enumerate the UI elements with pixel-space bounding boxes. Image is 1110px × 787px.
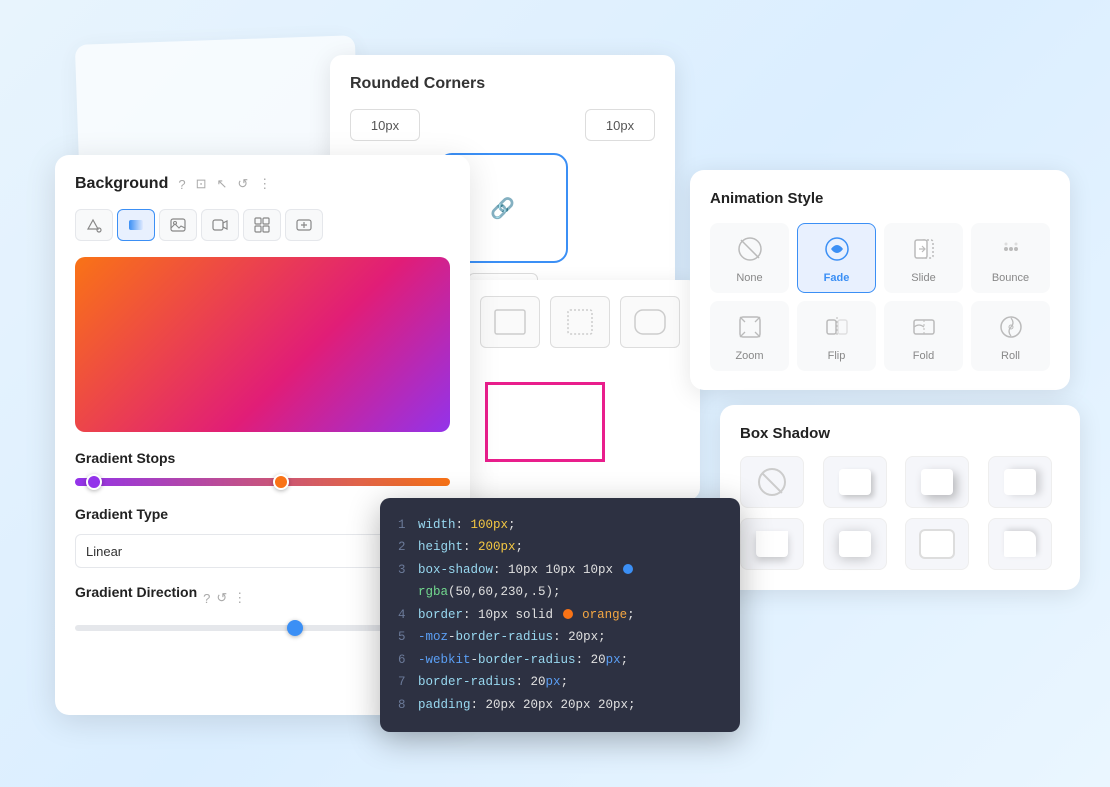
anim-label-slide: Slide: [911, 272, 935, 284]
tool-pattern[interactable]: [243, 209, 281, 241]
anim-label-none: None: [736, 272, 762, 284]
undo-icon[interactable]: ↺: [237, 176, 248, 192]
gradient-preview: [75, 257, 450, 432]
tool-gradient[interactable]: [117, 209, 155, 241]
direction-help-icon[interactable]: ?: [203, 591, 210, 606]
code-line-7: 7 border-radius: 20px;: [398, 671, 722, 694]
tool-paint-bucket[interactable]: [75, 209, 113, 241]
code-line-1: 1 width: 100px;: [398, 514, 722, 537]
bs-shadow-7[interactable]: [988, 518, 1052, 570]
bs-shadow-5[interactable]: [823, 518, 887, 570]
pink-rect-preview: [485, 382, 605, 462]
animation-style-panel: Animation Style None Fade Slide: [690, 170, 1070, 390]
bs-shadow-3[interactable]: [988, 456, 1052, 508]
none-icon: [733, 232, 767, 266]
bs-shadow-4[interactable]: [740, 518, 804, 570]
fold-icon: [907, 310, 941, 344]
bs-shadow-box-4: [756, 531, 788, 557]
anim-label-flip: Flip: [828, 350, 846, 362]
tool-slide[interactable]: [285, 209, 323, 241]
rounded-corners-title: Rounded Corners: [350, 75, 655, 93]
anim-label-fold: Fold: [913, 350, 934, 362]
pointer-icon[interactable]: ↖: [216, 176, 227, 192]
box-shadow-panel: Box Shadow: [720, 405, 1080, 590]
more-icon[interactable]: ⋮: [258, 176, 271, 192]
anim-label-roll: Roll: [1001, 350, 1020, 362]
code-line-8: 8 padding: 20px 20px 20px 20px;: [398, 694, 722, 717]
bs-none-icon: [758, 468, 786, 496]
gradient-stops-label: Gradient Stops: [75, 450, 450, 466]
bs-shadow-box-3: [1004, 469, 1036, 495]
anim-item-slide[interactable]: Slide: [884, 223, 963, 293]
bs-shadow-1[interactable]: [823, 456, 887, 508]
box-shadow-grid: [740, 456, 1060, 570]
anim-item-roll[interactable]: Roll: [971, 301, 1050, 371]
anim-label-fade: Fade: [824, 272, 850, 284]
rc-input-top-left[interactable]: 10px: [350, 109, 420, 141]
rc-input-top-right[interactable]: 10px: [585, 109, 655, 141]
anim-label-bounce: Bounce: [992, 272, 1029, 284]
code-line-4: 4 border: 10px solid orange;: [398, 604, 722, 627]
roll-icon: [994, 310, 1028, 344]
background-title: Background: [75, 175, 168, 193]
code-line-5: 5 -moz-border-radius: 20px;: [398, 626, 722, 649]
gradient-type-value: Linear: [86, 544, 122, 559]
direction-track[interactable]: [75, 625, 392, 631]
code-line-6: 6 -webkit-border-radius: 20px;: [398, 649, 722, 672]
tool-image[interactable]: [159, 209, 197, 241]
background-toolbar: [75, 209, 450, 241]
direction-more-icon[interactable]: ⋮: [233, 590, 246, 606]
bs-shadow-2[interactable]: [905, 456, 969, 508]
flip-icon: [820, 310, 854, 344]
bs-shadow-6[interactable]: [905, 518, 969, 570]
anim-item-fold[interactable]: Fold: [884, 301, 963, 371]
code-line-3: 3 box-shadow: 10px 10px 10px rgba(50,60,…: [398, 559, 722, 604]
box-shadow-title: Box Shadow: [740, 425, 1060, 442]
anim-item-bounce[interactable]: Bounce: [971, 223, 1050, 293]
animation-title: Animation Style: [710, 190, 1050, 207]
animation-grid: None Fade Slide Bounce Z: [710, 223, 1050, 371]
gradient-stop-orange[interactable]: [273, 474, 289, 490]
gradient-direction-label: Gradient Direction: [75, 584, 197, 600]
bs-shadow-box-7: [1004, 531, 1036, 557]
bounce-icon: [994, 232, 1028, 266]
direction-thumb[interactable]: [287, 620, 303, 636]
anim-item-none[interactable]: None: [710, 223, 789, 293]
code-line-2: 2 height: 200px;: [398, 536, 722, 559]
direction-reset-icon[interactable]: ↺: [216, 590, 227, 606]
bs-shadow-box-5: [839, 531, 871, 557]
fade-icon: [820, 232, 854, 266]
anim-item-zoom[interactable]: Zoom: [710, 301, 789, 371]
tool-video[interactable]: [201, 209, 239, 241]
gradient-stops-track[interactable]: [75, 478, 450, 486]
zoom-icon: [733, 310, 767, 344]
mobile-icon[interactable]: ⊡: [196, 176, 207, 192]
slide-icon: [907, 232, 941, 266]
code-tooltip: 1 width: 100px; 2 height: 200px; 3 box-s…: [380, 498, 740, 733]
bs-shadow-box-6: [921, 531, 953, 557]
anim-item-flip[interactable]: Flip: [797, 301, 876, 371]
bs-shadow-box-2: [921, 469, 953, 495]
help-icon[interactable]: ?: [178, 177, 185, 192]
anim-item-fade[interactable]: Fade: [797, 223, 876, 293]
bs-none[interactable]: [740, 456, 804, 508]
bs-shadow-box-1: [839, 469, 871, 495]
background-header: Background ? ⊡ ↖ ↺ ⋮: [75, 175, 450, 193]
border-option-4[interactable]: [620, 296, 680, 348]
rc-link-icon: 🔗: [490, 196, 515, 221]
rc-top-inputs: 10px 10px: [350, 109, 655, 141]
gradient-stop-purple[interactable]: [86, 474, 102, 490]
anim-label-zoom: Zoom: [735, 350, 763, 362]
border-option-2[interactable]: [480, 296, 540, 348]
border-option-3[interactable]: [550, 296, 610, 348]
